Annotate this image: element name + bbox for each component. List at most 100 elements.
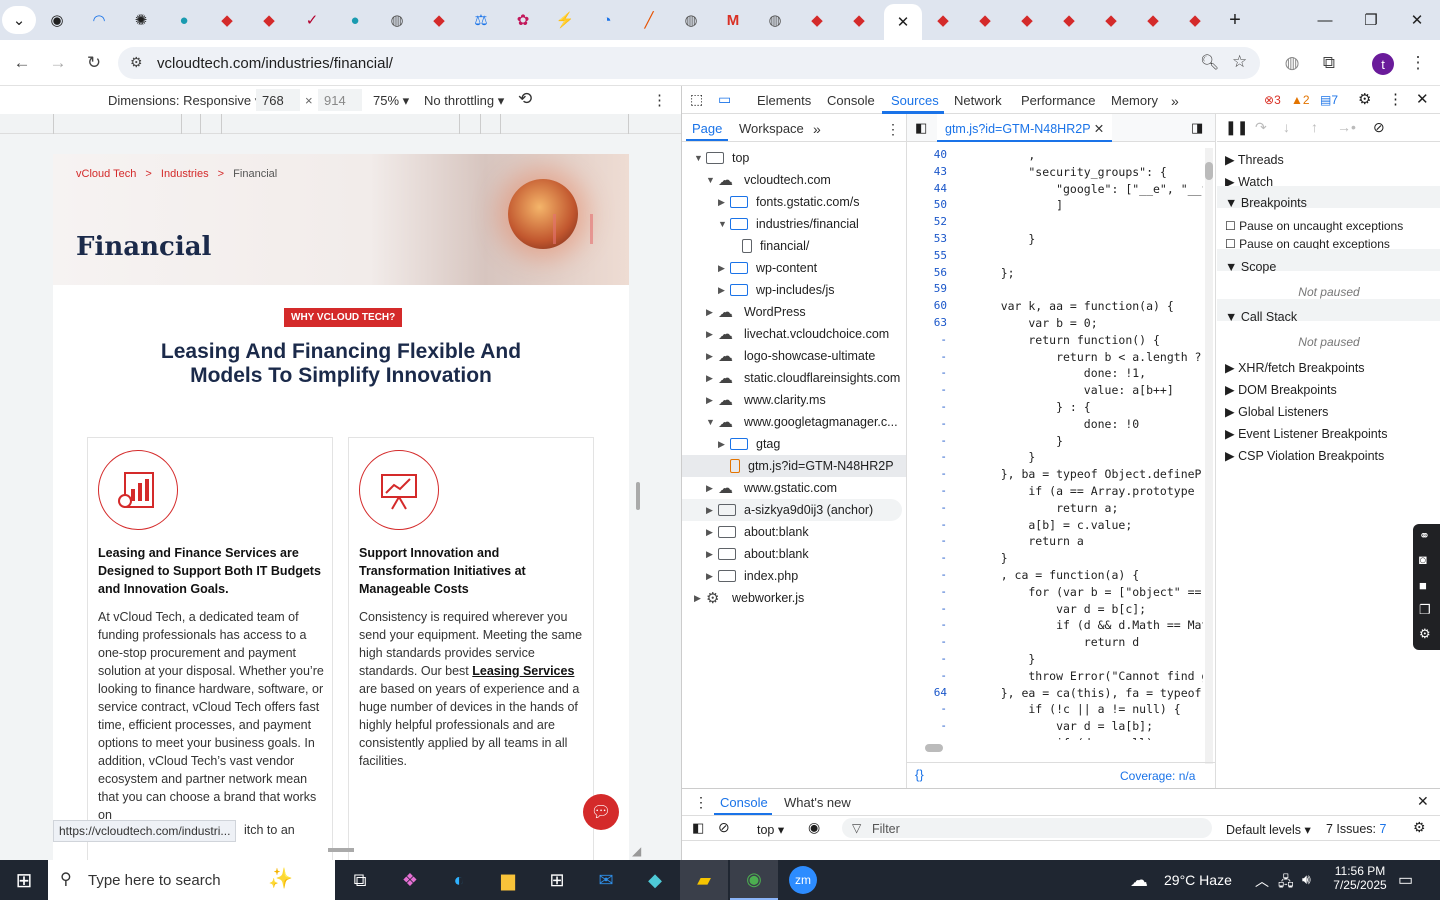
task-view-icon[interactable]: ⧉ xyxy=(336,860,384,900)
start-windows-icon[interactable]: ⊞ xyxy=(0,860,48,900)
tree-item[interactable]: ▶ wp-includes/js xyxy=(718,279,835,301)
code-line[interactable]: "google": ["__e", "__f" xyxy=(973,182,1203,196)
profile-avatar[interactable]: t xyxy=(1372,53,1394,75)
new-tab-button[interactable]: + xyxy=(1216,6,1254,34)
line-number[interactable]: 64 xyxy=(907,686,947,699)
line-number[interactable]: - xyxy=(907,333,947,346)
tree-item[interactable]: ▶ gtag xyxy=(718,433,780,455)
close-icon[interactable]: ✕ xyxy=(897,13,910,31)
tab-favicon-icon[interactable]: ◆ xyxy=(1050,6,1088,34)
restore-icon[interactable]: ❐ xyxy=(1356,8,1386,32)
live-expression-icon[interactable]: ◉ xyxy=(808,819,820,836)
line-number[interactable]: - xyxy=(907,719,947,732)
resize-handle-right[interactable] xyxy=(636,482,640,510)
code-line[interactable]: for (var b = ["object" == t xyxy=(973,585,1203,599)
line-number[interactable]: - xyxy=(907,534,947,547)
expand-arrow-icon[interactable]: ▶ xyxy=(694,593,706,604)
tree-item[interactable]: ▶ ☁ static.cloudflareinsights.com xyxy=(706,367,900,389)
mail-icon[interactable]: ✉ xyxy=(582,860,630,900)
store-icon[interactable]: ⊞ xyxy=(533,860,581,900)
tab-favicon-icon[interactable]: ◆ xyxy=(1134,6,1172,34)
line-number[interactable]: 56 xyxy=(907,266,947,279)
pause-uncaught-checkbox[interactable]: ☐ Pause on uncaught exceptions xyxy=(1225,219,1403,233)
tab-favicon-icon[interactable]: ◆ xyxy=(208,6,246,34)
expand-arrow-icon[interactable]: ▶ xyxy=(706,549,718,560)
tree-item[interactable]: ▶ wp-content xyxy=(718,257,817,279)
nav-tab-page[interactable]: Page xyxy=(692,121,722,136)
drawer-tab-whats-new[interactable]: What's new xyxy=(784,795,851,810)
tab-favicon-icon[interactable]: ⚡ xyxy=(546,6,584,34)
file-explorer-icon[interactable]: ▆ xyxy=(484,860,532,900)
more-menu-icon[interactable]: ⋮ xyxy=(1405,50,1431,76)
tab-favicon-icon[interactable]: ◍ xyxy=(378,6,416,34)
tab-favicon-icon[interactable]: ◍ xyxy=(672,6,710,34)
code-line[interactable]: done: !1, xyxy=(973,366,1146,380)
app-icon[interactable]: ◆ xyxy=(631,860,679,900)
weather-text[interactable]: 29°C Haze xyxy=(1164,872,1232,888)
code-line[interactable]: if (d == null) xyxy=(973,736,1153,740)
line-number[interactable]: 40 xyxy=(907,148,947,161)
call-stack-section[interactable]: ▼ Call Stack xyxy=(1225,310,1297,324)
close-window-icon[interactable]: ✕ xyxy=(1402,8,1432,32)
tab-favicon-icon[interactable]: ◆ xyxy=(966,6,1004,34)
dimensions-dropdown[interactable]: Dimensions: Responsive ▾ xyxy=(108,93,261,109)
code-line[interactable]: } xyxy=(973,434,1063,448)
issues-button[interactable]: 7 Issues: 7 xyxy=(1326,822,1386,836)
code-line[interactable]: done: !0 xyxy=(973,417,1139,431)
tree-item[interactable]: ▼ top xyxy=(694,147,749,169)
zoom-icon[interactable]: 🔍︎ xyxy=(1200,53,1219,71)
notifications-icon[interactable]: ▭ xyxy=(1398,870,1413,890)
clear-console-icon[interactable]: ⊘ xyxy=(718,819,730,836)
step-over-icon[interactable]: ↷ xyxy=(1255,119,1267,136)
reload-icon[interactable]: ↻ xyxy=(81,50,107,76)
bookmark-star-icon[interactable]: ☆ xyxy=(1232,52,1247,72)
tree-item[interactable]: gtm.js?id=GTM-N48HR2P xyxy=(682,455,906,477)
line-number[interactable]: - xyxy=(907,501,947,514)
close-devtools-icon[interactable]: ✕ xyxy=(1416,90,1429,108)
threads-section[interactable]: ▶ Threads xyxy=(1225,152,1284,167)
line-number[interactable]: - xyxy=(907,434,947,447)
close-drawer-icon[interactable]: ✕ xyxy=(1417,793,1429,810)
xhr-breakpoints-section[interactable]: ▶ XHR/fetch Breakpoints xyxy=(1225,360,1365,375)
tree-item[interactable]: ▶ index.php xyxy=(706,565,798,587)
link-icon[interactable]: ⚭ xyxy=(1419,528,1430,544)
expand-arrow-icon[interactable]: ▶ xyxy=(706,527,718,538)
tree-item[interactable]: ▶ about:blank xyxy=(706,521,809,543)
code-hscrollbar[interactable] xyxy=(913,744,1191,752)
nav-menu-icon[interactable]: ⋮ xyxy=(886,121,900,138)
network-icon[interactable]: 🖧︎ xyxy=(1278,871,1294,895)
chrome-icon[interactable]: ◉ xyxy=(730,860,778,900)
tree-item[interactable]: ▶ fonts.gstatic.com/s xyxy=(718,191,860,213)
code-line[interactable]: if (!c || a != null) { xyxy=(973,702,1180,716)
message-count[interactable]: ▤7 xyxy=(1320,93,1338,107)
tree-item[interactable]: ▶ ☁ livechat.vcloudchoice.com xyxy=(706,323,889,345)
line-number[interactable]: - xyxy=(907,652,947,665)
site-info-icon[interactable]: ⚙ xyxy=(130,54,143,71)
tree-item[interactable]: ▼ industries/financial xyxy=(718,213,859,235)
step-out-icon[interactable]: ↑ xyxy=(1311,119,1318,135)
expand-arrow-icon[interactable]: ▼ xyxy=(706,417,718,427)
expand-arrow-icon[interactable]: ▶ xyxy=(706,395,718,406)
expand-arrow-icon[interactable]: ▶ xyxy=(706,571,718,582)
code-line[interactable]: var d = b[c]; xyxy=(973,602,1146,616)
volume-icon[interactable]: 🔊︎ xyxy=(1302,871,1311,888)
tab-sources[interactable]: Sources xyxy=(891,93,939,108)
tab-favicon-icon[interactable]: ◔ xyxy=(588,6,626,34)
tree-item[interactable]: ▶ ⚙ webworker.js xyxy=(694,587,804,609)
line-number[interactable]: - xyxy=(907,518,947,531)
code-line[interactable]: } xyxy=(973,450,1035,464)
code-view[interactable]: 40 , 43 "security_groups": {44 "google": … xyxy=(907,142,1203,740)
error-count[interactable]: ⊗3 xyxy=(1264,93,1281,107)
tab-favicon-icon[interactable]: ╱ xyxy=(630,6,668,34)
expand-arrow-icon[interactable]: ▶ xyxy=(706,329,718,340)
code-line[interactable]: var b = 0; xyxy=(973,316,1097,330)
devtools-menu-icon[interactable]: ⋮ xyxy=(1388,90,1403,108)
device-more-icon[interactable]: ⋮ xyxy=(652,91,667,109)
line-number[interactable]: - xyxy=(907,568,947,581)
console-filter-input[interactable]: ▽ Filter xyxy=(842,818,1212,838)
tab-search-icon[interactable]: ⌄ xyxy=(2,6,36,34)
tab-favicon-icon[interactable]: ◆ xyxy=(250,6,288,34)
code-vscrollbar[interactable] xyxy=(1205,148,1213,764)
line-number[interactable]: 52 xyxy=(907,215,947,228)
tree-item[interactable]: ▶ ☁ www.clarity.ms xyxy=(706,389,826,411)
